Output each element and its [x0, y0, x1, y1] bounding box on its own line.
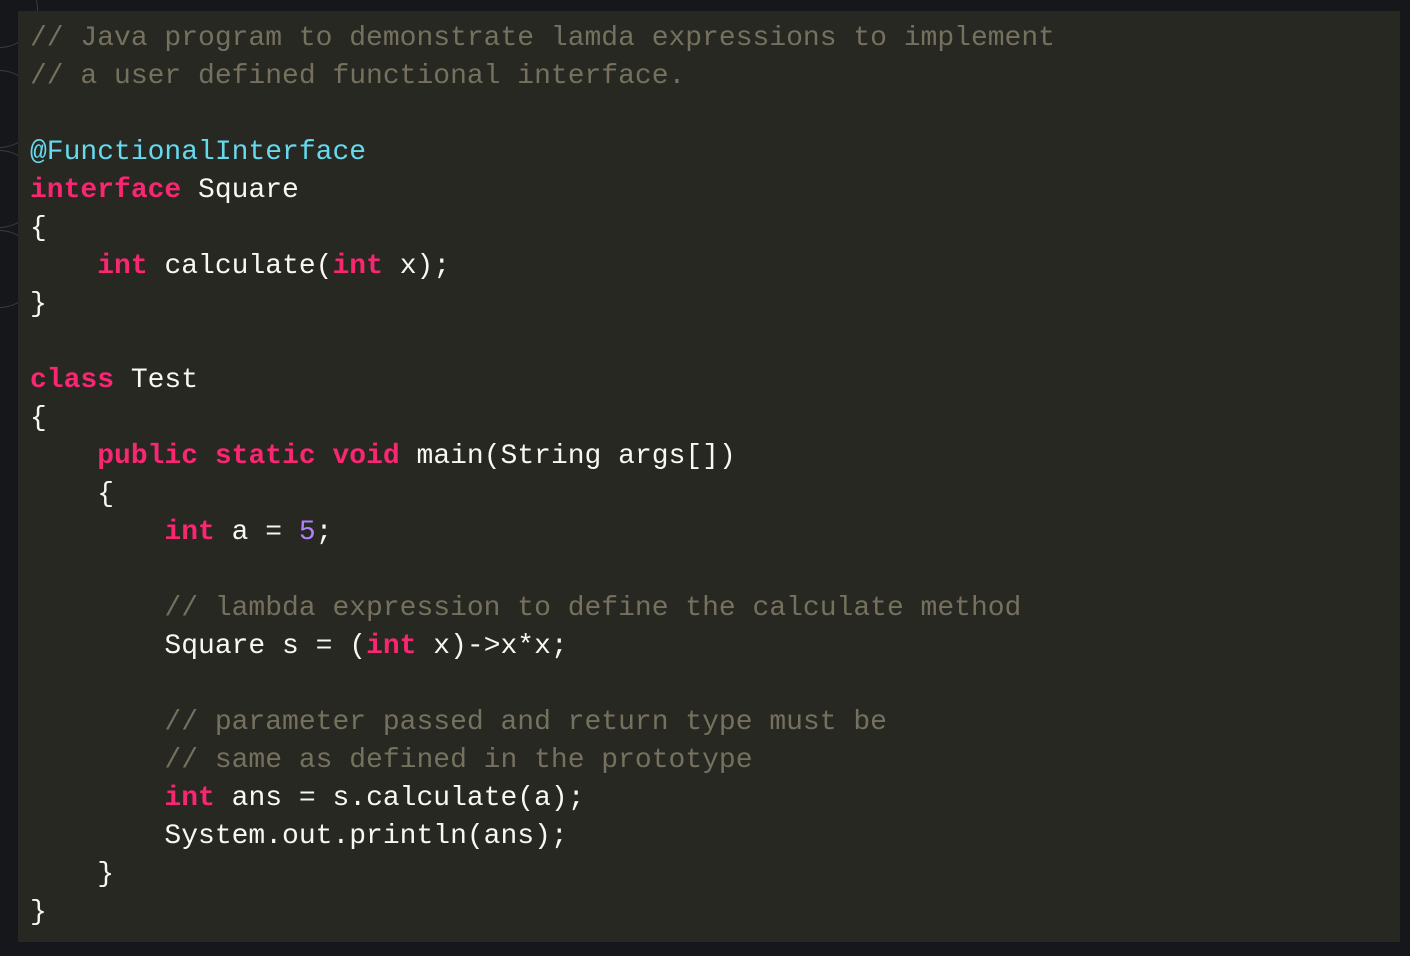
code-token-plain: {	[30, 213, 47, 244]
code-token-plain: ;	[315, 517, 333, 548]
code-line: // same as defined in the prototype	[30, 742, 1400, 780]
code-line: System.out.println(ans);	[30, 818, 1400, 856]
code-line: }	[30, 856, 1400, 894]
code-line: int ans = s.calculate(a);	[30, 780, 1400, 818]
code-token-comment: // a user defined functional interface.	[30, 61, 686, 92]
page: // Java program to demonstrate lamda exp…	[0, 0, 1410, 956]
code-token-plain: }	[30, 897, 47, 928]
code-token-keyword: void	[332, 441, 400, 472]
code-line: }	[30, 286, 1400, 324]
code-token-comment: // same as defined in the prototype	[164, 745, 753, 776]
code-token-keyword: static	[214, 441, 316, 472]
code-token-keyword: int	[97, 251, 148, 282]
code-line: {	[30, 210, 1400, 248]
code-token-plain: calculate(	[147, 251, 333, 282]
code-token-plain: {	[30, 479, 115, 510]
code-token-plain: System.out.println(ans);	[30, 821, 568, 852]
code-line: {	[30, 400, 1400, 438]
code-line: public static void main(String args[])	[30, 438, 1400, 476]
code-line: {	[30, 476, 1400, 514]
code-token-comment: // Java program to demonstrate lamda exp…	[30, 23, 1055, 54]
code-token-keyword: int	[366, 631, 417, 662]
code-line: // parameter passed and return type must…	[30, 704, 1400, 742]
code-token-plain: x)->x*x;	[416, 631, 568, 662]
code-token-plain: x);	[382, 251, 451, 282]
code-token-plain: }	[30, 859, 115, 890]
code-token-keyword: int	[164, 783, 215, 814]
code-token-keyword: class	[30, 365, 115, 396]
code-token-keyword: int	[332, 251, 383, 282]
code-token-plain: Square s = (	[30, 631, 367, 662]
code-line: // lambda expression to define the calcu…	[30, 590, 1400, 628]
code-line: interface Square	[30, 172, 1400, 210]
code-line: @FunctionalInterface	[30, 134, 1400, 172]
code-token-plain: ans = s.calculate(a);	[214, 783, 585, 814]
code-line: // a user defined functional interface.	[30, 58, 1400, 96]
code-token-plain: {	[30, 403, 47, 434]
code-token-number: 5	[298, 517, 316, 548]
code-block[interactable]: // Java program to demonstrate lamda exp…	[18, 11, 1400, 942]
code-line: }	[30, 894, 1400, 932]
code-token-plain: }	[30, 289, 47, 320]
code-line: // Java program to demonstrate lamda exp…	[30, 20, 1400, 58]
code-line: int a = 5;	[30, 514, 1400, 552]
code-token-plain: a =	[214, 517, 299, 548]
code-token-keyword: interface	[30, 175, 182, 206]
code-token-comment: // lambda expression to define the calcu…	[164, 593, 1022, 624]
code-token-annotation: @FunctionalInterface	[30, 137, 367, 168]
code-token-comment: // parameter passed and return type must…	[164, 707, 887, 738]
code-token-keyword: int	[164, 517, 215, 548]
code-token-plain: Test	[114, 365, 199, 396]
code-token-plain: main(String args[])	[399, 441, 736, 472]
code-line: class Test	[30, 362, 1400, 400]
code-token-keyword: public	[97, 441, 199, 472]
code-line: int calculate(int x);	[30, 248, 1400, 286]
code-token-plain: Square	[181, 175, 299, 206]
code-line: Square s = (int x)->x*x;	[30, 628, 1400, 666]
